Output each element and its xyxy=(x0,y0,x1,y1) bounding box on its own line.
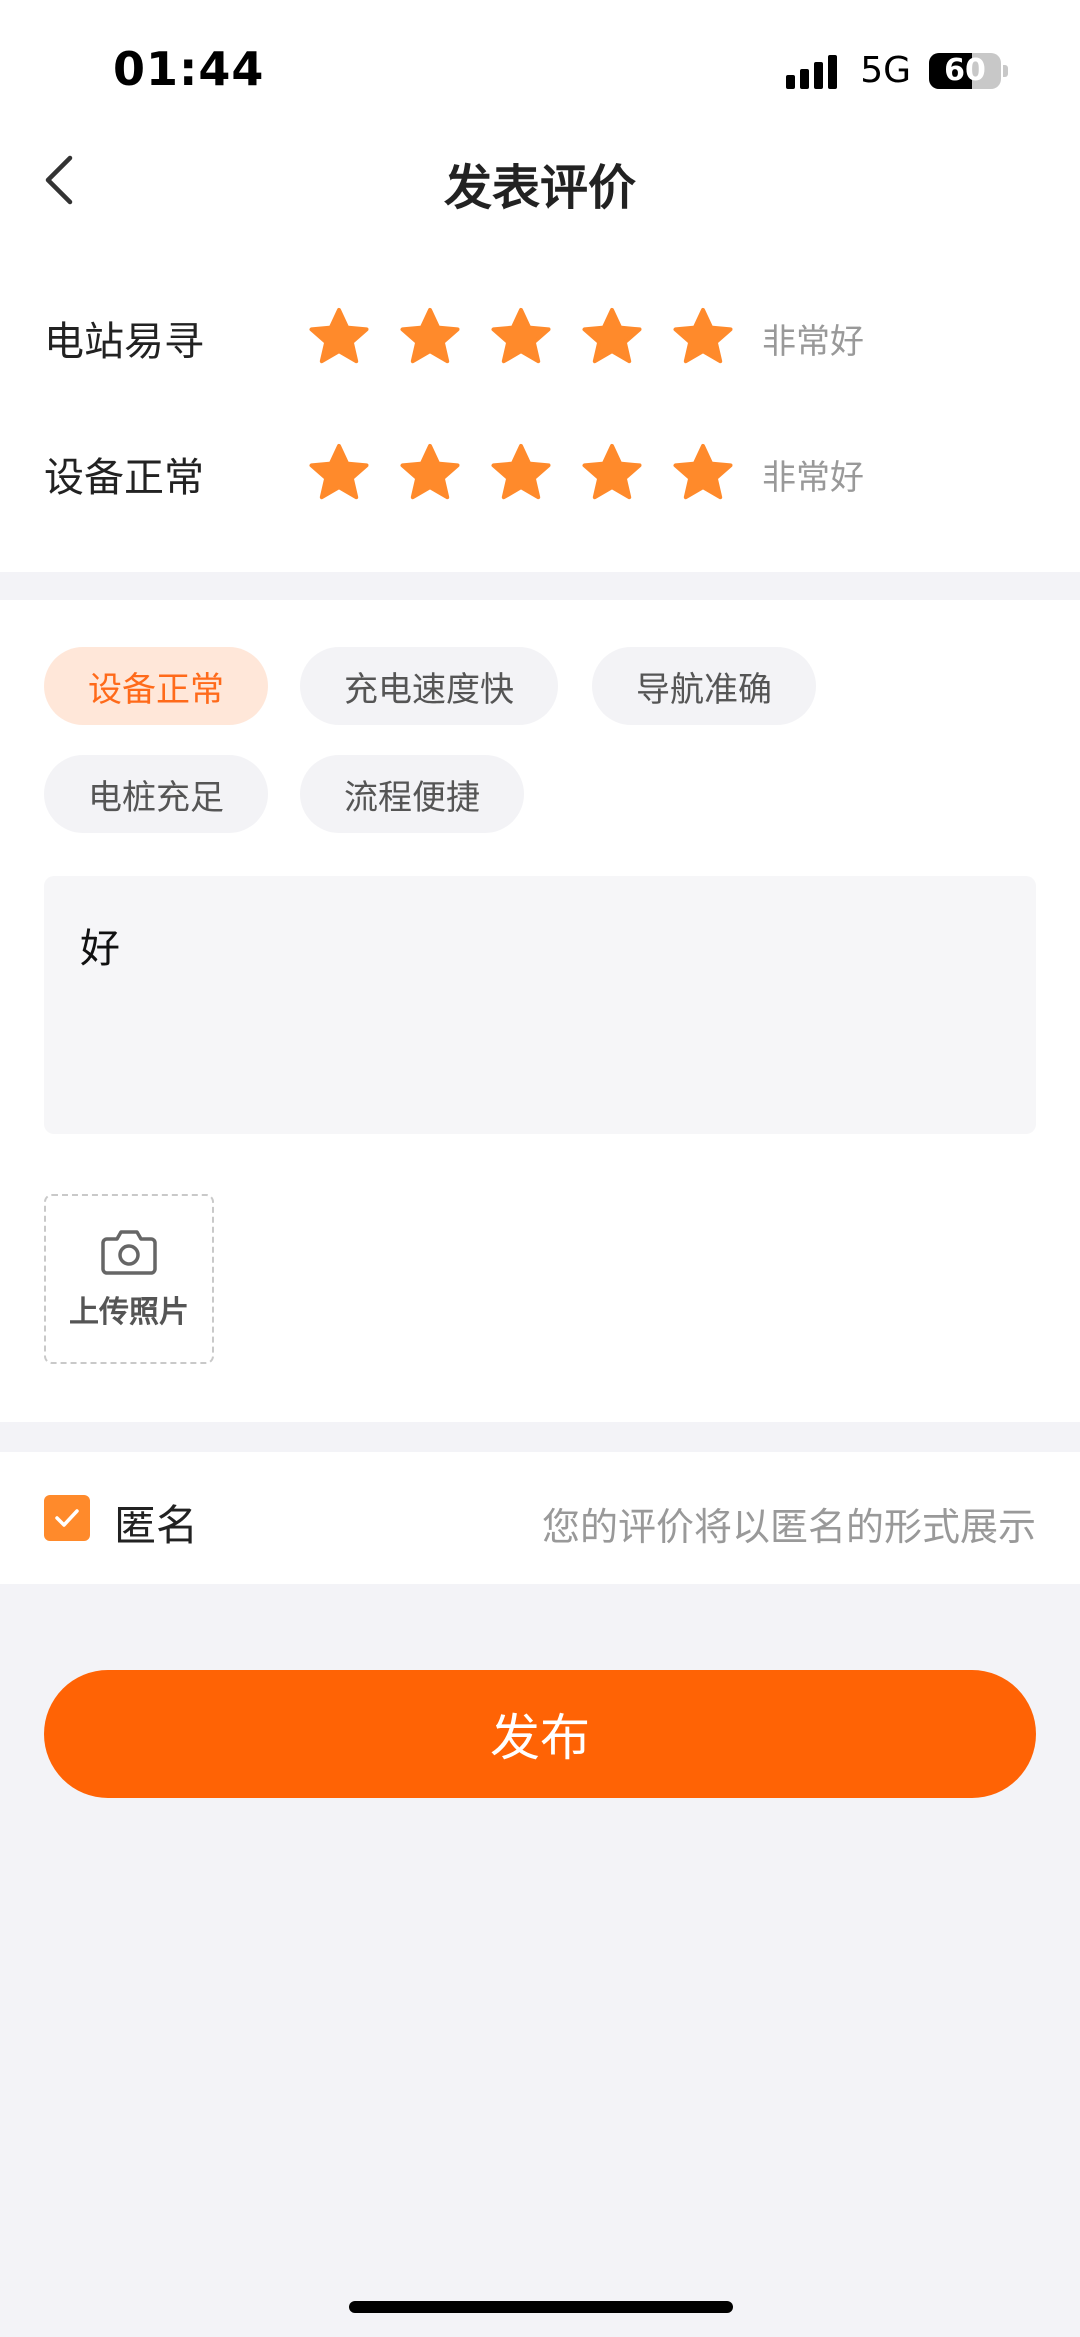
review-card: 设备正常 充电速度快 导航准确 电桩充足 流程便捷 好 上传照片 xyxy=(0,600,1080,1422)
star-icon[interactable] xyxy=(490,443,552,505)
signal-icon xyxy=(786,53,842,89)
publish-button[interactable]: 发布 xyxy=(44,1670,1036,1798)
tag-chip[interactable]: 导航准确 xyxy=(592,647,816,725)
tag-chip[interactable]: 流程便捷 xyxy=(300,755,524,833)
star-icon[interactable] xyxy=(672,307,734,369)
star-icon[interactable] xyxy=(581,443,643,505)
nav-bar: 发表评价 xyxy=(0,130,1080,230)
star-icon[interactable] xyxy=(672,443,734,505)
page-title: 发表评价 xyxy=(443,160,636,216)
status-indicators: 5G 60 xyxy=(786,50,1008,91)
star-icon[interactable] xyxy=(399,443,461,505)
star-icon[interactable] xyxy=(490,307,552,369)
home-indicator xyxy=(349,2301,733,2313)
tag-chip[interactable]: 电桩充足 xyxy=(44,755,268,833)
anonymous-checkbox[interactable] xyxy=(44,1495,90,1541)
ratings-section: 电站易寻 非常好 设备正常 非常好 xyxy=(0,230,1080,572)
upload-label: 上传照片 xyxy=(69,1295,189,1330)
battery-percent: 60 xyxy=(944,53,986,88)
status-bar: 01:44 5G 60 xyxy=(0,0,1080,130)
battery-icon: 60 xyxy=(929,52,1001,89)
rating-text: 非常好 xyxy=(762,321,864,362)
star-icon[interactable] xyxy=(581,307,643,369)
rating-row-equipment: 设备正常 非常好 xyxy=(0,434,1080,514)
star-rating xyxy=(308,443,763,505)
star-icon[interactable] xyxy=(399,307,461,369)
check-icon xyxy=(55,1509,79,1527)
comment-input[interactable]: 好 xyxy=(44,876,1036,1134)
star-icon[interactable] xyxy=(308,443,370,505)
tag-chip[interactable]: 充电速度快 xyxy=(300,647,558,725)
network-type: 5G xyxy=(860,50,911,91)
anonymous-label: 匿名 xyxy=(114,1501,199,1550)
anonymous-hint: 您的评价将以匿名的形式展示 xyxy=(541,1505,1036,1549)
tag-chip[interactable]: 设备正常 xyxy=(44,647,268,725)
upload-photo-button[interactable]: 上传照片 xyxy=(44,1194,214,1364)
rating-label: 电站易寻 xyxy=(44,319,204,365)
rating-text: 非常好 xyxy=(762,457,864,498)
anonymous-row: 匿名 您的评价将以匿名的形式展示 xyxy=(0,1452,1080,1584)
rating-label: 设备正常 xyxy=(44,455,204,501)
battery-tip xyxy=(1003,64,1008,77)
status-time: 01:44 xyxy=(113,42,265,96)
rating-row-location: 电站易寻 非常好 xyxy=(0,298,1080,378)
star-rating xyxy=(308,307,763,369)
camera-icon xyxy=(101,1230,157,1275)
star-icon[interactable] xyxy=(308,307,370,369)
